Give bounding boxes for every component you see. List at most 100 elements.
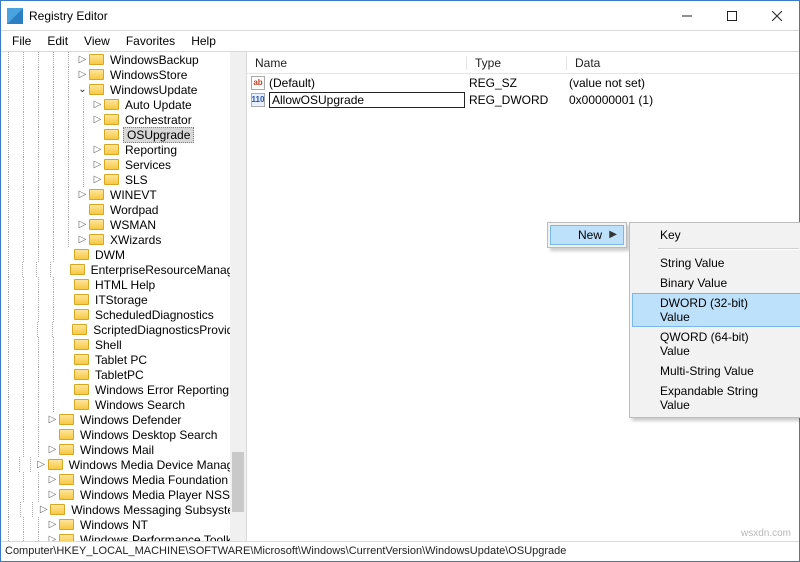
chevron-right-icon[interactable]: ▷ <box>76 218 89 231</box>
chevron-right-icon[interactable]: ▷ <box>46 533 59 541</box>
folder-icon <box>74 369 89 380</box>
registry-tree[interactable]: ▷WindowsBackup ▷WindowsStore ⌄WindowsUpd… <box>1 52 246 541</box>
tree-item[interactable]: ▷Windows Media Device Manager <box>1 457 246 472</box>
menu-edit[interactable]: Edit <box>40 32 75 50</box>
tree-item[interactable]: ▷Windows Messaging Subsystem <box>1 502 246 517</box>
context-item-dword[interactable]: DWORD (32-bit) Value <box>632 293 800 327</box>
chevron-right-icon[interactable]: ▷ <box>46 413 59 426</box>
context-item-multistring[interactable]: Multi-String Value <box>632 361 800 381</box>
context-menu-new[interactable]: New ▶ <box>550 225 624 245</box>
folder-icon <box>74 339 89 350</box>
chevron-right-icon[interactable]: ▷ <box>91 173 104 186</box>
tree-item[interactable]: DWM <box>1 247 246 262</box>
tree-item[interactable]: ▷Windows Mail <box>1 442 246 457</box>
tree-item[interactable]: ▷Windows Defender <box>1 412 246 427</box>
tree-item[interactable]: ▷WindowsBackup <box>1 52 246 67</box>
chevron-right-icon[interactable]: ▷ <box>46 518 59 531</box>
folder-icon <box>89 204 104 215</box>
tree-item[interactable]: ITStorage <box>1 292 246 307</box>
chevron-right-icon[interactable]: ▷ <box>91 143 104 156</box>
chevron-right-icon[interactable]: ▷ <box>91 113 104 126</box>
tree-item-selected[interactable]: OSUpgrade <box>1 127 246 142</box>
tree-item[interactable]: ▷Windows Media Foundation <box>1 472 246 487</box>
tree-item[interactable]: ▷SLS <box>1 172 246 187</box>
tree-item[interactable]: Shell <box>1 337 246 352</box>
chevron-right-icon[interactable]: ▷ <box>76 68 89 81</box>
minimize-button[interactable] <box>664 1 709 30</box>
folder-icon <box>74 354 89 365</box>
tree-item[interactable]: Windows Desktop Search <box>1 427 246 442</box>
chevron-right-icon[interactable]: ▷ <box>76 53 89 66</box>
tree-item[interactable]: ▷Reporting <box>1 142 246 157</box>
status-path: Computer\HKEY_LOCAL_MACHINE\SOFTWARE\Mic… <box>5 545 566 557</box>
value-row[interactable]: ab (Default) REG_SZ (value not set) <box>247 74 799 91</box>
tree-item[interactable]: Wordpad <box>1 202 246 217</box>
folder-icon <box>89 219 104 230</box>
tree-item[interactable]: HTML Help <box>1 277 246 292</box>
close-button[interactable] <box>754 1 799 30</box>
tree-item[interactable]: Windows Search <box>1 397 246 412</box>
chevron-right-icon[interactable]: ▷ <box>76 233 89 246</box>
value-type: REG_DWORD <box>465 93 565 107</box>
context-submenu-new[interactable]: Key String Value Binary Value DWORD (32-… <box>629 222 800 418</box>
scrollbar-thumb[interactable] <box>232 452 244 512</box>
chevron-right-icon[interactable]: ▷ <box>37 503 50 516</box>
folder-icon <box>104 144 119 155</box>
menu-help[interactable]: Help <box>184 32 223 50</box>
tree-item[interactable]: ▷WINEVT <box>1 187 246 202</box>
tree-item[interactable]: ▷WindowsStore <box>1 67 246 82</box>
tree-item[interactable]: ▷Windows Media Player NSS <box>1 487 246 502</box>
tree-scrollbar[interactable] <box>230 52 246 541</box>
context-item-qword[interactable]: QWORD (64-bit) Value <box>632 327 800 361</box>
tree-item[interactable]: ⌄WindowsUpdate <box>1 82 246 97</box>
tree-item[interactable]: ▷Services <box>1 157 246 172</box>
chevron-right-icon[interactable]: ▷ <box>91 158 104 171</box>
tree-item[interactable]: TabletPC <box>1 367 246 382</box>
value-data: 0x00000001 (1) <box>565 93 799 107</box>
values-header: Name Type Data <box>247 52 799 74</box>
tree-item[interactable]: ▷Auto Update <box>1 97 246 112</box>
col-name[interactable]: Name <box>247 56 467 70</box>
tree-item[interactable]: ▷Windows NT <box>1 517 246 532</box>
folder-icon <box>104 99 119 110</box>
folder-icon <box>89 84 104 95</box>
chevron-right-icon: ▶ <box>609 229 617 240</box>
folder-icon <box>74 309 89 320</box>
folder-icon <box>89 54 104 65</box>
col-type[interactable]: Type <box>467 56 567 70</box>
context-item-string[interactable]: String Value <box>632 253 800 273</box>
value-name-editing[interactable]: AllowOSUpgrade <box>269 92 465 108</box>
chevron-right-icon[interactable]: ▷ <box>76 188 89 201</box>
tree-item[interactable]: ScriptedDiagnosticsProvider <box>1 322 246 337</box>
app-icon <box>7 8 23 24</box>
chevron-right-icon[interactable]: ▷ <box>35 458 48 471</box>
chevron-right-icon[interactable]: ▷ <box>91 98 104 111</box>
tree-item[interactable]: ▷Orchestrator <box>1 112 246 127</box>
col-data[interactable]: Data <box>567 56 799 70</box>
chevron-right-icon[interactable]: ▷ <box>46 443 59 456</box>
tree-item[interactable]: ScheduledDiagnostics <box>1 307 246 322</box>
menu-favorites[interactable]: Favorites <box>119 32 182 50</box>
menu-file[interactable]: File <box>5 32 38 50</box>
context-menu[interactable]: New ▶ <box>547 222 627 248</box>
tree-item[interactable]: Windows Error Reporting <box>1 382 246 397</box>
tree-item[interactable]: ▷WSMAN <box>1 217 246 232</box>
context-item-key[interactable]: Key <box>632 225 800 245</box>
maximize-button[interactable] <box>709 1 754 30</box>
tree-item[interactable]: EnterpriseResourceManager <box>1 262 246 277</box>
tree-item[interactable]: ▷XWizards <box>1 232 246 247</box>
chevron-right-icon[interactable]: ▷ <box>46 473 59 486</box>
chevron-down-icon[interactable]: ⌄ <box>76 83 89 96</box>
chevron-right-icon[interactable]: ▷ <box>46 488 59 501</box>
value-row[interactable]: 110 AllowOSUpgrade REG_DWORD 0x00000001 … <box>247 91 799 108</box>
folder-icon <box>104 114 119 125</box>
menu-view[interactable]: View <box>77 32 117 50</box>
tree-item[interactable]: ▷Windows Performance Toolkit <box>1 532 246 541</box>
folder-icon <box>59 489 74 500</box>
context-item-expandstring[interactable]: Expandable String Value <box>632 381 800 415</box>
tree-item[interactable]: Tablet PC <box>1 352 246 367</box>
folder-icon <box>70 264 85 275</box>
context-item-binary[interactable]: Binary Value <box>632 273 800 293</box>
folder-icon <box>74 384 89 395</box>
folder-icon <box>48 459 63 470</box>
